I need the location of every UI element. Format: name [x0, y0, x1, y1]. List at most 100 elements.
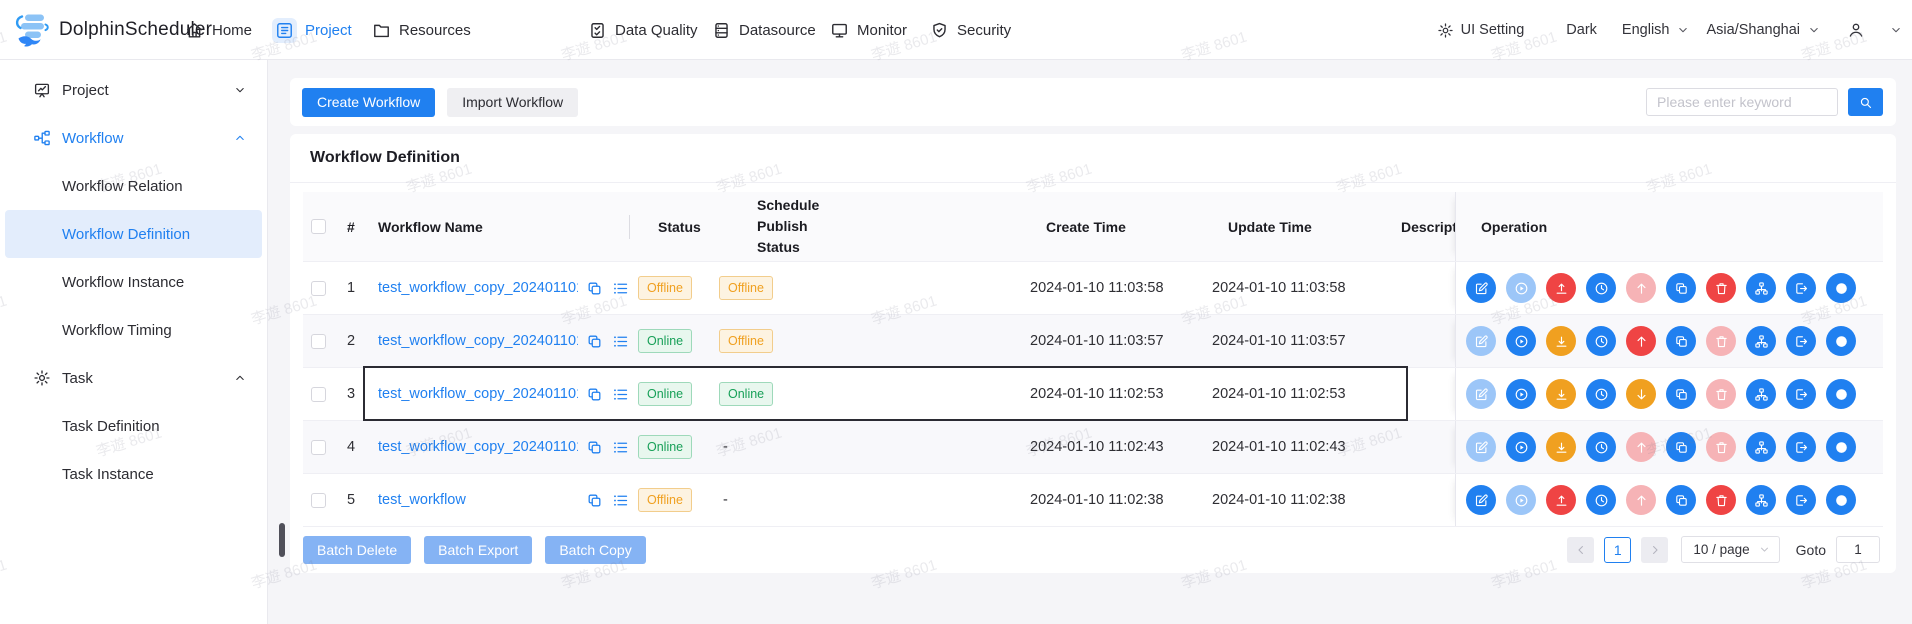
op-release-button[interactable]	[1546, 432, 1576, 462]
page-number-current[interactable]: 1	[1604, 537, 1631, 563]
nav-item-home[interactable]: Home	[185, 0, 252, 60]
sidebar-item-workflow[interactable]: Workflow	[0, 114, 267, 162]
row-checkbox[interactable]	[311, 440, 326, 455]
op-start-button[interactable]	[1506, 326, 1536, 356]
op-copy-button[interactable]	[1666, 432, 1696, 462]
op-version-tree-button[interactable]	[1746, 379, 1776, 409]
op-timing-button[interactable]	[1586, 326, 1616, 356]
op-start-button[interactable]	[1506, 379, 1536, 409]
op-version-info-button[interactable]	[1826, 485, 1856, 515]
op-export-button[interactable]	[1786, 379, 1816, 409]
op-copy-button[interactable]	[1666, 485, 1696, 515]
workflow-name-link[interactable]: test_workflow	[378, 492, 466, 508]
language-select[interactable]: English	[1622, 22, 1691, 38]
op-start-button[interactable]	[1506, 485, 1536, 515]
workflow-name-link[interactable]: test_workflow_copy_20240110110357684	[378, 333, 578, 349]
op-version-tree-button[interactable]	[1746, 485, 1776, 515]
search-button[interactable]	[1848, 88, 1883, 116]
scrollbar-thumb[interactable]	[279, 523, 285, 557]
op-copy-button[interactable]	[1666, 273, 1696, 303]
copy-name-icon[interactable]	[586, 492, 603, 509]
op-timing-release-button[interactable]	[1626, 273, 1656, 303]
op-timing-button[interactable]	[1586, 379, 1616, 409]
task-list-icon[interactable]	[612, 439, 629, 456]
op-start-button[interactable]	[1506, 432, 1536, 462]
op-version-info-button[interactable]	[1826, 379, 1856, 409]
workflow-name-link[interactable]: test_workflow_copy_20240110110243214	[378, 439, 578, 455]
op-edit-button[interactable]	[1466, 485, 1496, 515]
op-export-button[interactable]	[1786, 326, 1816, 356]
sidebar-item-workflow-timing[interactable]: Workflow Timing	[0, 306, 267, 354]
op-version-info-button[interactable]	[1826, 432, 1856, 462]
create-workflow-button[interactable]: Create Workflow	[302, 88, 435, 117]
workflow-name-link[interactable]: test_workflow_copy_20240110110358922	[378, 280, 578, 296]
op-version-tree-button[interactable]	[1746, 273, 1776, 303]
op-export-button[interactable]	[1786, 273, 1816, 303]
select-all-checkbox[interactable]	[311, 219, 326, 234]
task-list-icon[interactable]	[612, 492, 629, 509]
op-delete-button[interactable]	[1706, 379, 1736, 409]
user-menu-button[interactable]	[1847, 21, 1865, 39]
copy-name-icon[interactable]	[586, 386, 603, 403]
op-delete-button[interactable]	[1706, 432, 1736, 462]
op-edit-button[interactable]	[1466, 326, 1496, 356]
op-version-tree-button[interactable]	[1746, 432, 1776, 462]
sidebar-item-workflow-instance[interactable]: Workflow Instance	[0, 258, 267, 306]
user-menu-chevron[interactable]	[1889, 23, 1903, 37]
op-copy-button[interactable]	[1666, 326, 1696, 356]
task-list-icon[interactable]	[612, 333, 629, 350]
workflow-name-link[interactable]: test_workflow_copy_20240110110253115	[378, 386, 578, 402]
next-page-button[interactable]	[1641, 537, 1668, 563]
task-list-icon[interactable]	[612, 386, 629, 403]
sidebar-item-workflow-relation[interactable]: Workflow Relation	[0, 162, 267, 210]
sidebar-item-project[interactable]: Project	[0, 66, 267, 114]
op-version-tree-button[interactable]	[1746, 326, 1776, 356]
nav-item-monitor[interactable]: Monitor	[830, 0, 907, 60]
copy-name-icon[interactable]	[586, 280, 603, 297]
batch-export-button[interactable]: Batch Export	[424, 536, 532, 564]
ui-setting-button[interactable]: UI Setting	[1437, 22, 1525, 39]
sidebar-item-task-definition[interactable]: Task Definition	[0, 402, 267, 450]
copy-name-icon[interactable]	[586, 333, 603, 350]
search-input[interactable]	[1646, 88, 1838, 116]
op-edit-button[interactable]	[1466, 432, 1496, 462]
import-workflow-button[interactable]: Import Workflow	[447, 88, 578, 117]
op-version-info-button[interactable]	[1826, 273, 1856, 303]
op-release-button[interactable]	[1546, 273, 1576, 303]
op-release-button[interactable]	[1546, 485, 1576, 515]
op-delete-button[interactable]	[1706, 273, 1736, 303]
op-copy-button[interactable]	[1666, 379, 1696, 409]
op-timing-release-button[interactable]	[1626, 379, 1656, 409]
prev-page-button[interactable]	[1567, 537, 1594, 563]
row-checkbox[interactable]	[311, 387, 326, 402]
nav-item-resources[interactable]: Resources	[372, 0, 471, 60]
op-export-button[interactable]	[1786, 432, 1816, 462]
op-version-info-button[interactable]	[1826, 326, 1856, 356]
row-checkbox[interactable]	[311, 493, 326, 508]
row-checkbox[interactable]	[311, 334, 326, 349]
task-list-icon[interactable]	[612, 280, 629, 297]
op-timing-button[interactable]	[1586, 485, 1616, 515]
op-delete-button[interactable]	[1706, 326, 1736, 356]
op-export-button[interactable]	[1786, 485, 1816, 515]
nav-item-datasource[interactable]: Datasource	[712, 0, 816, 60]
row-checkbox[interactable]	[311, 281, 326, 296]
nav-item-project[interactable]: Project	[272, 0, 352, 60]
page-size-select[interactable]: 10 / page	[1681, 536, 1779, 563]
op-edit-button[interactable]	[1466, 273, 1496, 303]
nav-item-security[interactable]: Security	[930, 0, 1011, 60]
op-timing-release-button[interactable]	[1626, 326, 1656, 356]
op-timing-button[interactable]	[1586, 432, 1616, 462]
op-release-button[interactable]	[1546, 326, 1576, 356]
op-start-button[interactable]	[1506, 273, 1536, 303]
theme-toggle[interactable]: Dark	[1566, 22, 1597, 38]
op-timing-release-button[interactable]	[1626, 432, 1656, 462]
batch-delete-button[interactable]: Batch Delete	[303, 536, 411, 564]
timezone-select[interactable]: Asia/Shanghai	[1706, 22, 1821, 38]
sidebar-item-workflow-definition[interactable]: Workflow Definition	[5, 210, 262, 258]
op-release-button[interactable]	[1546, 379, 1576, 409]
sidebar-item-task-instance[interactable]: Task Instance	[0, 450, 267, 498]
op-delete-button[interactable]	[1706, 485, 1736, 515]
op-timing-button[interactable]	[1586, 273, 1616, 303]
nav-item-data-quality[interactable]: Data Quality	[588, 0, 698, 60]
